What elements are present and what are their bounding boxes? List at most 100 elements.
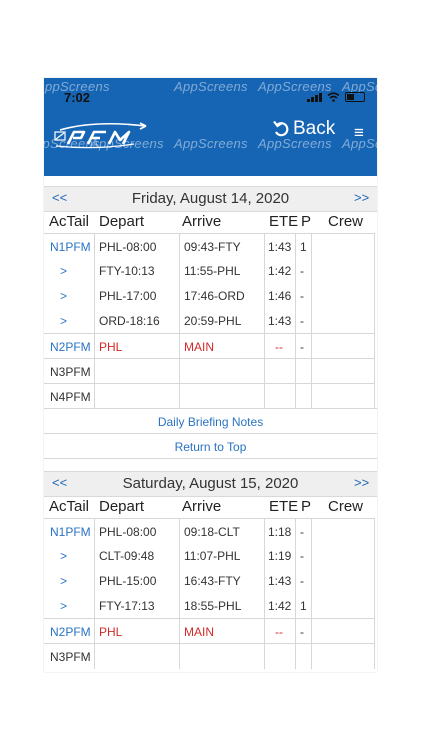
depart-cell: PHL-15:00 [99, 574, 157, 588]
depart-cell: FTY-17:13 [99, 599, 155, 613]
col-ete: ETE [269, 213, 299, 230]
tail-cell: N3PFM [50, 365, 91, 379]
ete-cell: 1:42 [268, 599, 292, 613]
column-header-row: AcTail Depart Arrive ETE P Crew [44, 211, 377, 233]
table-row: N1PFM PHL-08:00 09:18-CLT 1:18 - [44, 518, 375, 544]
p-cell: - [300, 264, 304, 278]
depart-cell: CLT-09:48 [99, 549, 155, 563]
col-crew: Crew [328, 213, 364, 230]
tail-cell: N4PFM [50, 390, 91, 404]
day-header: << Friday, August 14, 2020 >> [44, 186, 377, 212]
leg-arrow[interactable]: > [60, 289, 67, 303]
p-cell: - [300, 314, 304, 328]
arrive-cell: 16:43-FTY [184, 574, 241, 588]
ete-cell: -- [275, 625, 283, 639]
p-cell: - [300, 289, 304, 303]
col-depart: Depart [99, 213, 145, 230]
leg-arrow[interactable]: > [60, 574, 67, 588]
tail-cell[interactable]: N1PFM [50, 525, 91, 539]
table-row: > FTY-10:13 11:55-PHL 1:42 - [44, 258, 375, 283]
leg-arrow[interactable]: > [60, 264, 67, 278]
app-header: AppScreens AppScreens AppScreens AppScre… [44, 78, 377, 176]
table-row: > PHL-15:00 16:43-FTY 1:43 - [44, 568, 375, 593]
daily-briefing-notes-label: Daily Briefing Notes [157, 415, 264, 429]
ete-cell: 1:46 [268, 289, 292, 303]
depart-cell: PHL [99, 625, 123, 639]
tail-cell[interactable]: N1PFM [50, 240, 91, 254]
table-row: N3PFM [44, 358, 375, 384]
col-crew: Crew [328, 498, 364, 515]
daily-briefing-notes-link[interactable]: Daily Briefing Notes [44, 408, 377, 433]
status-time: 7:02 [64, 90, 91, 105]
depart-cell: PHL-08:00 [99, 240, 157, 254]
arrive-cell: 18:55-PHL [184, 599, 242, 613]
col-p: P [301, 498, 312, 515]
ete-cell: -- [275, 340, 283, 354]
col-depart: Depart [99, 498, 145, 515]
arrive-cell: 11:55-PHL [184, 264, 241, 278]
table-row: > FTY-17:13 18:55-PHL 1:42 1 [44, 593, 375, 618]
table-row: > CLT-09:48 11:07-PHL 1:19 - [44, 543, 375, 568]
tail-cell[interactable]: N2PFM [50, 340, 91, 354]
ete-cell: 1:43 [268, 574, 292, 588]
phone-screen: AppScreens AppScreens AppScreens AppScre… [44, 78, 377, 672]
depart-cell: PHL-17:00 [99, 289, 157, 303]
table-row: N4PFM [44, 383, 375, 409]
tail-cell: N3PFM [50, 650, 91, 664]
ete-cell: 1:18 [268, 525, 292, 539]
p-cell: - [300, 340, 304, 354]
return-to-top-link[interactable]: Return to Top [44, 433, 377, 459]
depart-cell: PHL-08:00 [99, 525, 157, 539]
column-header-row: AcTail Depart Arrive ETE P Crew [44, 496, 377, 518]
depart-cell: PHL [99, 340, 123, 354]
leg-arrow[interactable]: > [60, 549, 67, 563]
col-arrive: Arrive [182, 213, 222, 230]
menu-icon[interactable]: ≡ [354, 123, 364, 143]
table-row: N2PFM PHL MAIN -- - [44, 618, 375, 644]
p-cell: - [300, 625, 304, 639]
back-button[interactable]: Back [272, 118, 335, 140]
status-icons [307, 92, 365, 102]
arrive-cell: 17:46-ORD [184, 289, 245, 303]
signal-icon [307, 92, 322, 102]
table-row: N3PFM [44, 643, 375, 669]
arrive-cell: 11:07-PHL [184, 549, 241, 563]
tail-cell[interactable]: N2PFM [50, 625, 91, 639]
arrive-cell: 09:43-FTY [184, 240, 241, 254]
wifi-icon [327, 92, 340, 102]
ete-cell: 1:19 [268, 549, 292, 563]
day-title: Saturday, August 15, 2020 [122, 475, 299, 492]
leg-arrow[interactable]: > [60, 314, 67, 328]
watermark: AppScreens [174, 136, 248, 151]
watermark: AppScreens [174, 79, 248, 94]
day-header: << Saturday, August 15, 2020 >> [44, 471, 377, 497]
ete-cell: 1:43 [268, 240, 292, 254]
p-cell: 1 [300, 240, 307, 254]
depart-cell: ORD-18:16 [99, 314, 160, 328]
table-row: > ORD-18:16 20:59-PHL 1:43 - [44, 308, 375, 333]
day-title: Friday, August 14, 2020 [131, 190, 290, 207]
battery-icon [345, 92, 365, 102]
arrive-cell: 09:18-CLT [184, 525, 240, 539]
next-day-button[interactable]: >> [354, 475, 369, 490]
next-day-button[interactable]: >> [354, 190, 369, 205]
ete-cell: 1:42 [268, 264, 292, 278]
p-cell: 1 [300, 599, 307, 613]
arrive-cell: 20:59-PHL [184, 314, 242, 328]
table-row: N2PFM PHL MAIN -- - [44, 333, 375, 359]
col-arrive: Arrive [182, 498, 222, 515]
table-row: > PHL-17:00 17:46-ORD 1:46 - [44, 283, 375, 308]
depart-cell: FTY-10:13 [99, 264, 155, 278]
arrive-cell: MAIN [184, 340, 214, 354]
col-ete: ETE [269, 498, 299, 515]
table-row: N1PFM PHL-08:00 09:43-FTY 1:43 1 [44, 233, 375, 259]
ete-cell: 1:43 [268, 314, 292, 328]
leg-arrow[interactable]: > [60, 599, 67, 613]
return-to-top-label: Return to Top [174, 440, 247, 454]
col-actail: AcTail [49, 213, 90, 230]
col-actail: AcTail [49, 498, 90, 515]
p-cell: - [300, 525, 304, 539]
col-p: P [301, 213, 312, 230]
back-arrow-icon [273, 120, 289, 137]
back-label: Back [293, 118, 336, 139]
